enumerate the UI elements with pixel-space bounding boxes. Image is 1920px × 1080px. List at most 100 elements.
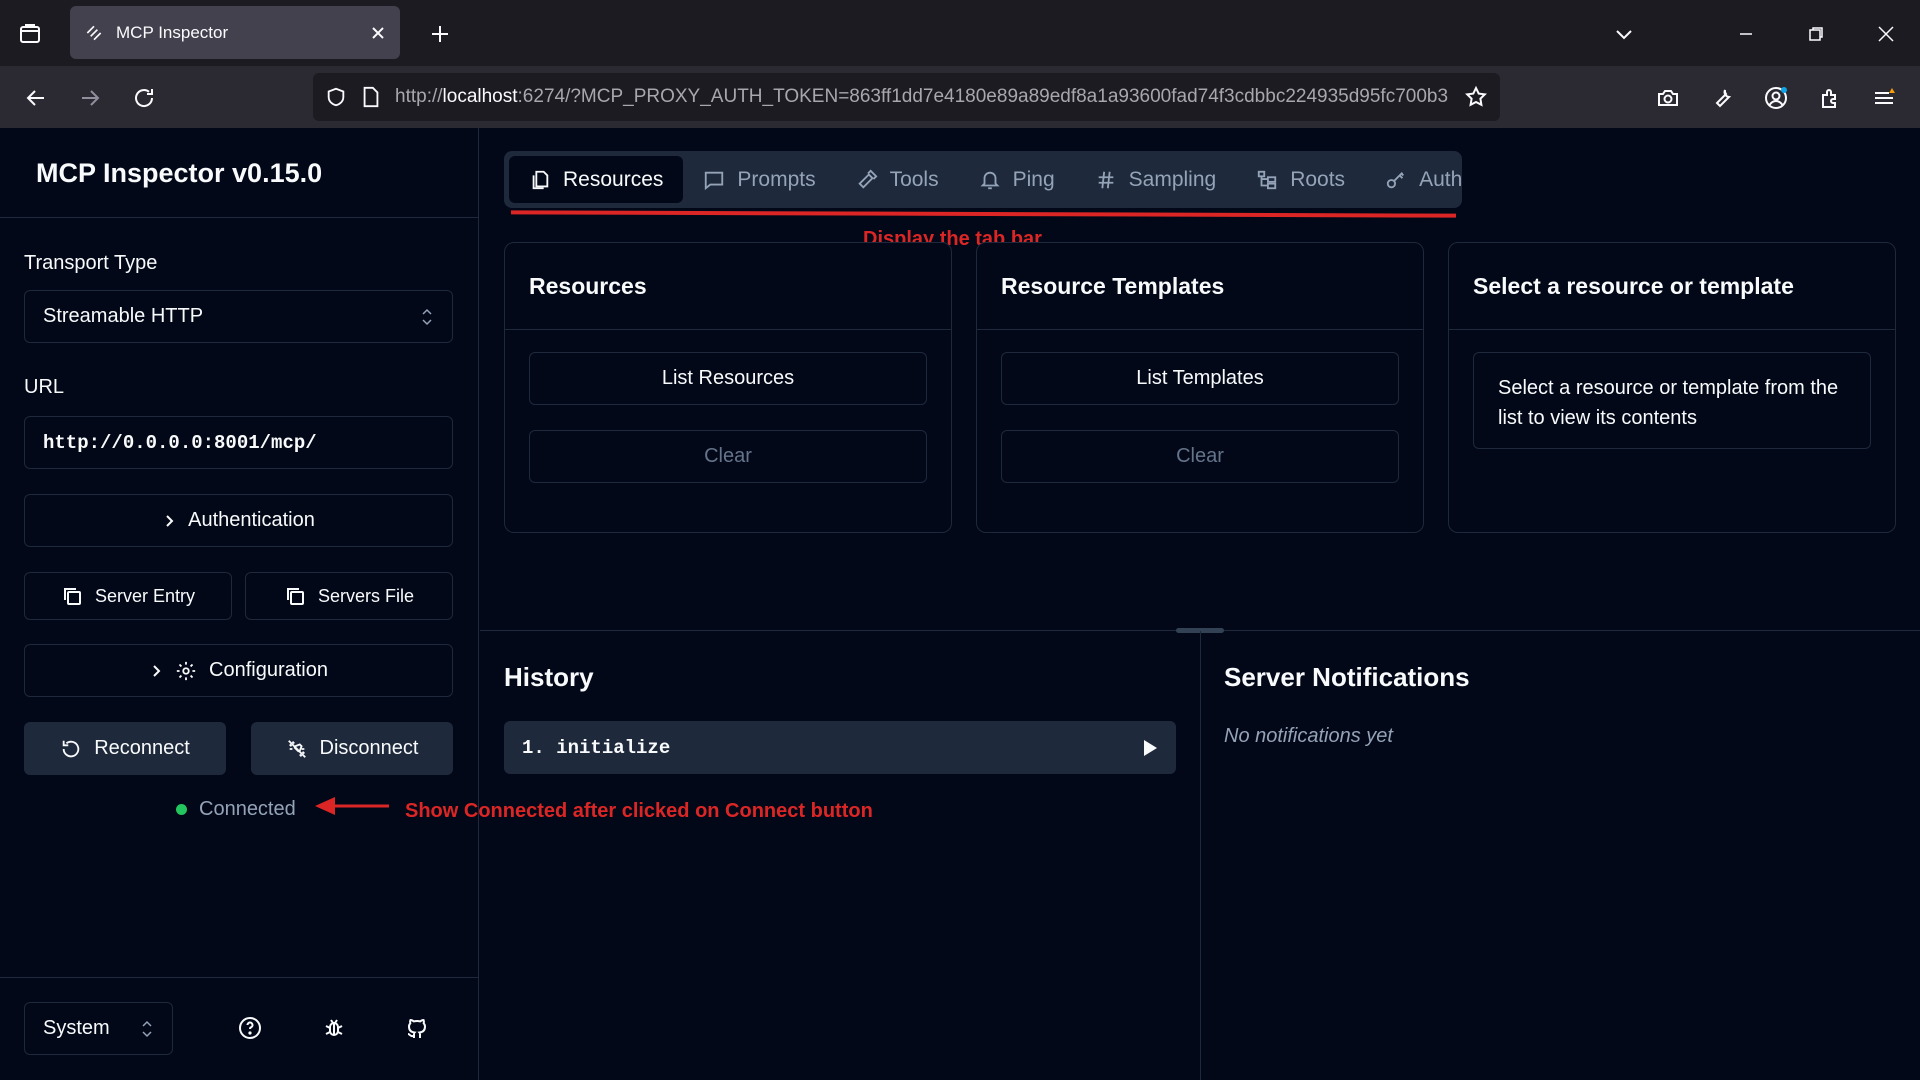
tab-resources[interactable]: Resources — [509, 156, 684, 203]
resources-panel: Resources List Resources Clear — [504, 242, 952, 533]
app-title: MCP Inspector v0.15.0 — [36, 158, 323, 188]
wrench-icon[interactable] — [1702, 78, 1742, 118]
annotation-underline — [510, 210, 1457, 218]
url-bar[interactable]: http://localhost:6274/?MCP_PROXY_AUTH_TO… — [313, 73, 1500, 121]
detail-title: Select a resource or template — [1473, 273, 1794, 299]
tab-bar: Resources Prompts Tools Ping Sampling Ro… — [504, 151, 1462, 208]
play-icon[interactable] — [1142, 739, 1158, 757]
files-icon — [529, 169, 551, 191]
url-input[interactable]: http://0.0.0.0:8001/mcp/ — [24, 416, 453, 469]
url-label: URL — [24, 376, 65, 398]
tab-ping[interactable]: Ping — [959, 156, 1075, 203]
panel-divider — [1449, 329, 1895, 330]
tab-label: Ping — [1012, 167, 1055, 191]
new-tab-icon[interactable] — [420, 14, 460, 54]
resources-title: Resources — [529, 273, 647, 299]
sidebar: MCP Inspector v0.15.0 Transport Type Str… — [0, 128, 479, 1080]
history-item-label: 1. initialize — [522, 736, 671, 759]
tab-auth[interactable]: Auth — [1365, 156, 1482, 203]
key-icon — [1385, 169, 1407, 191]
reconnect-button[interactable]: Reconnect — [24, 722, 226, 775]
history-item[interactable]: 1. initialize — [504, 721, 1176, 774]
close-window-icon[interactable] — [1866, 14, 1906, 54]
forward-icon[interactable] — [70, 78, 110, 118]
browser-tab[interactable]: MCP Inspector — [70, 6, 400, 59]
github-icon[interactable] — [397, 1008, 437, 1048]
status-text: Connected — [199, 798, 296, 820]
authentication-label: Authentication — [188, 509, 315, 531]
server-entry-label: Server Entry — [94, 585, 196, 606]
url-text[interactable]: http://localhost:6274/?MCP_PROXY_AUTH_TO… — [395, 86, 1450, 108]
disconnect-label: Disconnect — [319, 737, 419, 759]
folder-tree-icon — [1256, 169, 1278, 191]
hammer-icon — [856, 169, 878, 191]
help-icon[interactable] — [230, 1008, 270, 1048]
notifications-empty: No notifications yet — [1224, 725, 1393, 747]
resource-templates-panel: Resource Templates List Templates Clear — [976, 242, 1424, 533]
menu-icon[interactable] — [1864, 78, 1904, 118]
authentication-button[interactable]: Authentication — [24, 494, 453, 547]
clear-resources-button[interactable]: Clear — [529, 430, 927, 483]
browser-tab-title: MCP Inspector — [116, 22, 229, 42]
tab-label: Auth — [1419, 167, 1463, 191]
page-icon — [361, 86, 381, 108]
restore-icon[interactable] — [1796, 14, 1836, 54]
panel-divider — [977, 329, 1423, 330]
transport-type-select[interactable]: Streamable HTTP — [24, 290, 453, 343]
sidebar-footer-divider — [0, 977, 478, 978]
tab-label: Sampling — [1128, 167, 1217, 191]
detail-message: Select a resource or template from the l… — [1473, 352, 1871, 449]
shield-icon[interactable] — [325, 86, 347, 108]
back-icon[interactable] — [16, 78, 56, 118]
servers-file-button[interactable]: Servers File — [245, 572, 453, 620]
url-host: localhost — [442, 86, 518, 107]
tab-label: Resources — [563, 167, 664, 191]
theme-select[interactable]: System — [24, 1002, 173, 1055]
connection-status: Connected — [176, 798, 296, 821]
disconnect-button[interactable]: Disconnect — [251, 722, 453, 775]
theme-value: System — [43, 1017, 110, 1039]
configuration-button[interactable]: Configuration — [24, 644, 453, 697]
reload-icon[interactable] — [124, 78, 164, 118]
tab-label: Tools — [889, 167, 939, 191]
list-templates-button[interactable]: List Templates — [1001, 352, 1399, 405]
status-dot — [176, 804, 187, 815]
rotate-icon — [60, 738, 82, 760]
list-resources-button[interactable]: List Resources — [529, 352, 927, 405]
tab-prompts[interactable]: Prompts — [683, 156, 835, 203]
history-title: History — [504, 662, 594, 692]
minimize-icon[interactable] — [1726, 14, 1766, 54]
copy-icon — [284, 585, 306, 607]
chevron-right-icon — [149, 664, 163, 678]
tab-label: Prompts — [737, 167, 816, 191]
resource-detail-panel: Select a resource or template Select a r… — [1448, 242, 1896, 533]
tab-sampling[interactable]: Sampling — [1075, 156, 1237, 203]
tab-overview-icon[interactable] — [10, 14, 50, 54]
account-icon[interactable] — [1756, 78, 1796, 118]
message-icon — [703, 169, 725, 191]
bug-icon[interactable] — [314, 1008, 354, 1048]
screenshot-icon[interactable] — [1648, 78, 1688, 118]
bell-icon — [979, 169, 1001, 191]
tab-roots[interactable]: Roots — [1236, 156, 1365, 203]
unplug-icon — [286, 738, 308, 760]
extensions-icon[interactable] — [1810, 78, 1850, 118]
server-entry-button[interactable]: Server Entry — [24, 572, 232, 620]
notifications-title: Server Notifications — [1224, 662, 1470, 692]
list-tabs-icon[interactable] — [1604, 14, 1644, 54]
close-tab-icon[interactable] — [370, 25, 386, 41]
clear-templates-button[interactable]: Clear — [1001, 430, 1399, 483]
hash-icon — [1095, 169, 1117, 191]
transport-type-value: Streamable HTTP — [43, 305, 204, 327]
url-scheme: http:// — [395, 86, 443, 107]
chevron-right-icon — [162, 514, 176, 528]
sidebar-divider — [0, 217, 478, 218]
history-notifications-divider — [1200, 631, 1201, 1080]
tab-label: Roots — [1290, 167, 1346, 191]
annotation-arrow-icon — [313, 794, 389, 818]
tab-tools[interactable]: Tools — [836, 156, 959, 203]
annotation-connected: Show Connected after clicked on Connect … — [405, 800, 873, 822]
bookmark-star-icon[interactable] — [1464, 85, 1488, 109]
chevron-up-down-icon — [420, 308, 434, 326]
copy-icon — [61, 585, 83, 607]
